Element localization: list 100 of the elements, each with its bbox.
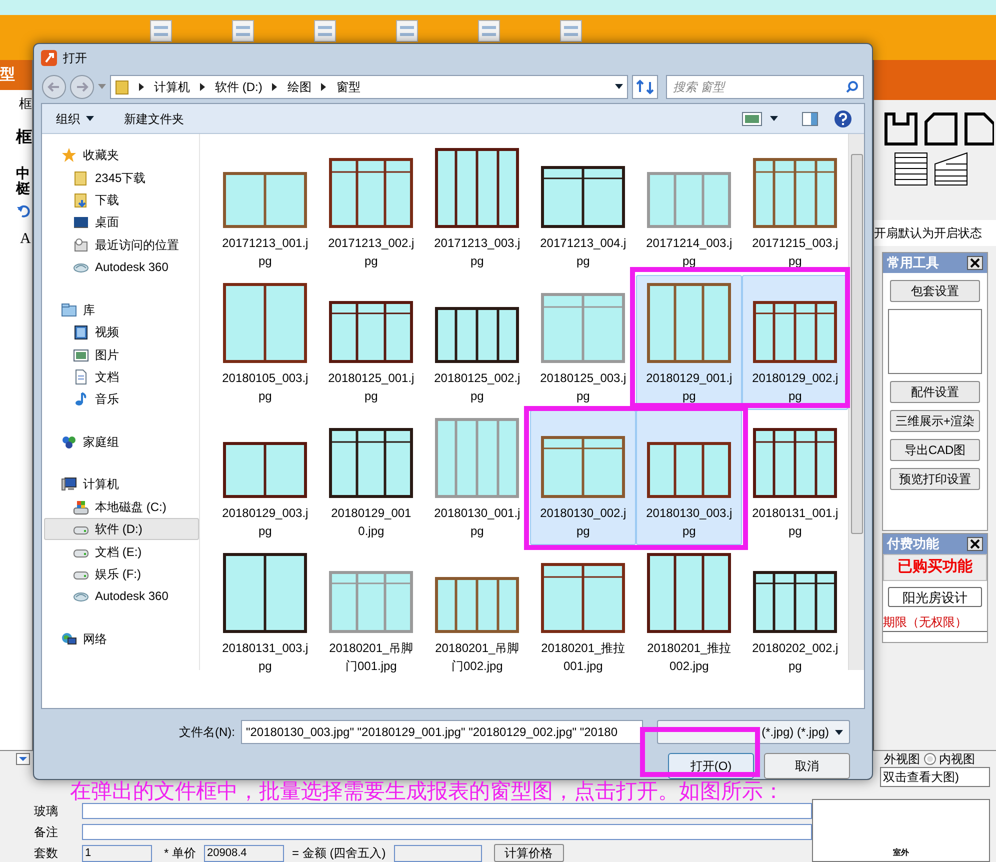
file-item[interactable]: 20171214_003.jpg [636,140,742,275]
nav-item[interactable]: 2345下载 [44,166,200,189]
sloped-wall-icon [934,152,968,186]
nav-item[interactable]: 计算机 [44,473,200,496]
nav-item[interactable]: 文档 (E:) [44,540,200,563]
file-item[interactable]: 20180131_001.jpg [742,410,848,545]
dropdown-icon [16,753,30,765]
file-item[interactable]: 20180130_003.jpg [636,410,742,545]
tool-button[interactable]: 预览打印设置 [890,468,980,490]
file-item[interactable]: 20180130_002.jpg [530,410,636,545]
file-item[interactable]: 20180202_002.jpg [742,545,848,680]
music-icon [73,391,89,408]
nav-item[interactable]: Autodesk 360 [44,256,200,279]
document-icon [560,20,582,42]
close-icon [967,256,983,270]
file-item[interactable]: 20180131_003.jpg [212,545,318,680]
document-icon [396,20,418,42]
star-icon [61,147,77,164]
file-item[interactable]: 20180125_002.jpg [424,275,530,410]
nav-item[interactable]: 下载 [44,188,200,212]
desktop-icon [73,214,89,230]
scrollbar[interactable] [848,134,864,670]
view-label: 外视图 [884,751,920,768]
file-item[interactable]: 20180201_推拉002.jpg [636,545,742,680]
breadcrumb-item[interactable]: 软件 (D:) [215,78,262,96]
nav-item[interactable]: 库 [44,298,200,321]
new-folder-button[interactable]: 新建文件夹 [124,110,184,128]
cancel-button[interactable]: 取消 [764,753,850,779]
file-item[interactable]: 20180129_0010.jpg [318,410,424,545]
breadcrumb-item[interactable]: 绘图 [287,78,312,96]
caret-icon [770,116,778,121]
nav-item[interactable]: 娱乐 (F:) [44,562,200,586]
breadcrumb-item[interactable]: 计算机 [154,78,190,96]
preview-hint: 双击查看大图) [880,767,990,787]
nav-item[interactable]: 桌面 [44,211,200,234]
back-icon [42,75,66,99]
tool-button[interactable]: 包套设置 [890,280,980,302]
panel-heading: 框 [14,128,32,148]
radio-button[interactable] [924,753,936,765]
tool-button[interactable]: 配件设置 [890,381,980,403]
chevron-icon [200,83,205,91]
panel-title: 付费功能 [887,535,939,554]
file-item[interactable]: 20171213_002.jpg [318,140,424,275]
nav-item[interactable]: 文档 [44,366,200,388]
nav-item[interactable]: 收藏夹 [44,144,200,166]
breadcrumb-item[interactable]: 窗型 [336,78,360,96]
recent-icon [73,236,89,253]
app-icon [41,50,57,66]
search-field[interactable]: 搜索 窗型 [666,75,864,99]
nav-item[interactable]: Autodesk 360 [44,585,200,608]
file-item[interactable]: 20171213_003.jpg [424,140,530,275]
file-item[interactable]: 20180201_吊脚门002.jpg [424,545,530,680]
address-bar[interactable]: 计算机 软件 (D:) 绘图 窗型 [110,75,628,99]
file-item[interactable]: 20180129_003.jpg [212,410,318,545]
nav-item[interactable]: 图片 [44,343,200,366]
sunroom-button[interactable]: 阳光房设计 [888,586,982,606]
organize-button[interactable]: 组织 [56,110,94,128]
field-label: 备注 [33,824,59,841]
document-icon [478,20,500,42]
note-field[interactable] [82,824,812,840]
filename-field[interactable]: "20180130_003.jpg" "20180129_001.jpg" "20180129_002.jpg" "20180 [241,720,643,744]
caret-icon [615,84,623,90]
close-icon [967,537,983,551]
amount-field[interactable] [394,844,482,862]
nav-item[interactable]: 视频 [44,320,200,344]
shape-icon [924,112,958,146]
file-item[interactable]: 20180125_001.jpg [318,275,424,410]
glass-field[interactable] [82,803,812,819]
tool-button[interactable]: 三维展示+渲染 [890,410,980,432]
folder-icon [73,170,89,186]
file-item[interactable]: 20171213_001.jpg [212,140,318,275]
forward-icon [70,75,94,99]
field-label: * 单价 [164,845,196,862]
file-item[interactable]: 20180125_003.jpg [530,275,636,410]
nav-item[interactable]: 本地磁盘 (C:) [44,495,200,518]
file-item[interactable]: 20180129_002.jpg [742,275,848,410]
nav-item[interactable]: 家庭组 [44,430,200,454]
file-item[interactable]: 20180201_吊脚门001.jpg [318,545,424,680]
preview-pane-icon [802,112,818,126]
nav-item[interactable]: 音乐 [44,388,200,411]
document-icon [73,369,89,385]
brick-wall-icon [894,152,928,186]
tool-button[interactable]: 导出CAD图 [890,439,980,461]
calculate-button[interactable]: 计算价格 [494,844,564,862]
chevron-icon [321,83,326,91]
panel-label: 中梃 [14,166,31,196]
file-item[interactable]: 20180105_003.jpg [212,275,318,410]
file-item[interactable]: 20171215_003.jpg [742,140,848,275]
file-item[interactable]: 20171213_004.jpg [530,140,636,275]
quantity-field[interactable]: 1 [82,844,152,862]
price-field[interactable]: 20908.4 [204,844,284,862]
header-title: 型 [0,64,15,85]
nav-item[interactable]: 最近访问的位置 [44,234,200,256]
file-item[interactable]: 20180201_推拉001.jpg [530,545,636,680]
file-item[interactable]: 20180130_001.jpg [424,410,530,545]
nav-item[interactable]: 软件 (D:) [44,518,200,540]
purchase-status: 已购买功能 [883,554,987,580]
nav-item[interactable]: 网络 [44,628,200,650]
chevron-icon [139,83,144,91]
document-icon [232,20,254,42]
